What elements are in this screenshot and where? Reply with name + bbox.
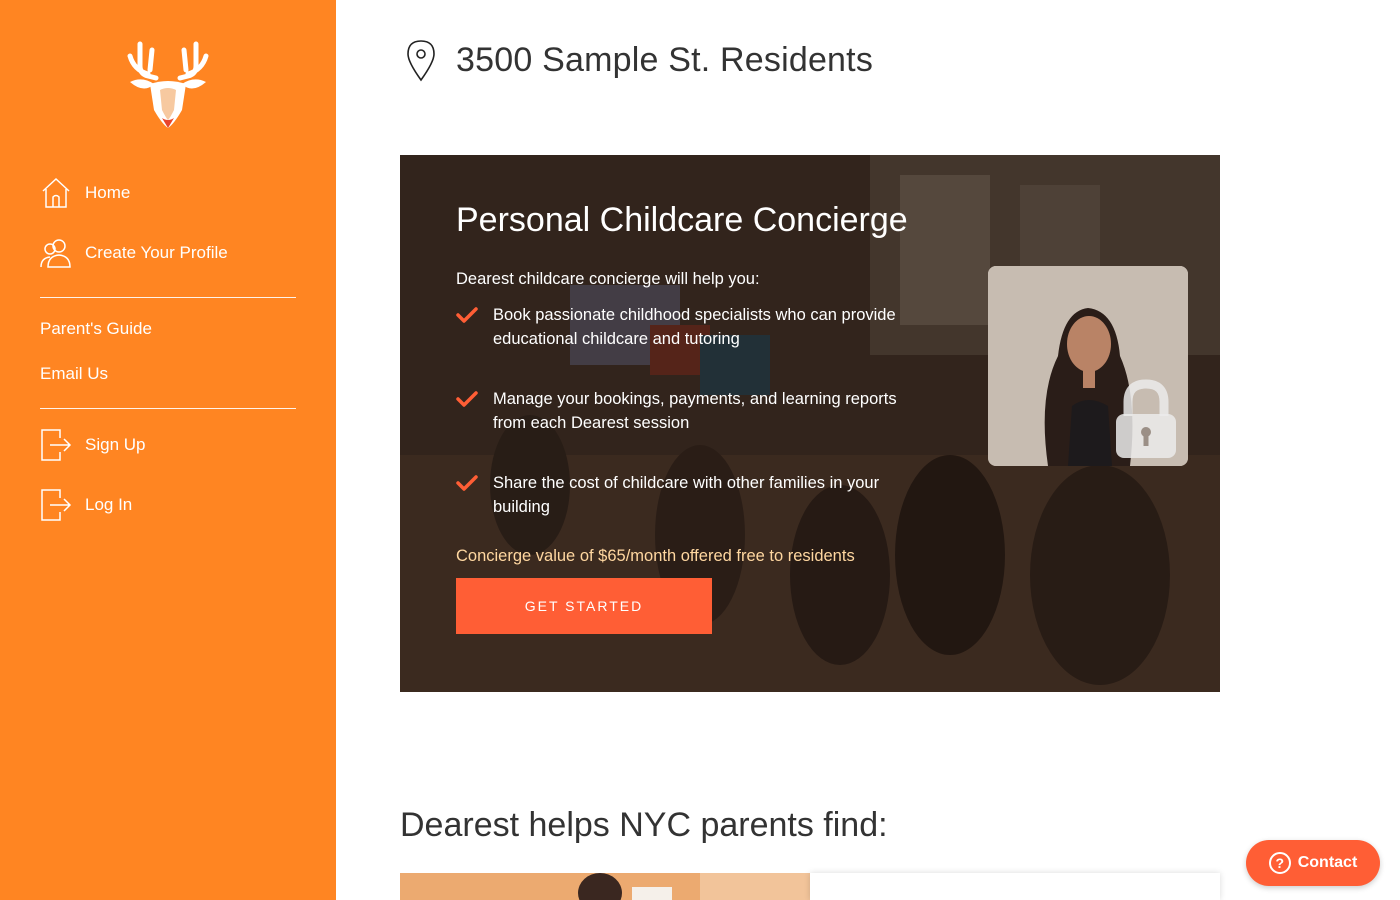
question-icon: ? [1268, 852, 1291, 874]
sidebar-item-log-in[interactable]: Log In [40, 488, 132, 522]
users-icon [40, 239, 71, 268]
hero-intro: Dearest childcare concierge will help yo… [456, 270, 760, 288]
sidebar-item-label: Home [85, 183, 131, 202]
section-title: Dearest helps NYC parents find: [400, 806, 888, 844]
hero-title: Personal Childcare Concierge [456, 201, 908, 239]
check-icon [456, 307, 478, 323]
feature-card-photo [400, 873, 810, 900]
sidebar-link-email-us[interactable]: Email Us [40, 364, 108, 384]
page-header: 3500 Sample St. Residents [404, 38, 873, 82]
sign-in-icon [41, 429, 72, 461]
page-title: 3500 Sample St. Residents [456, 40, 874, 79]
feature-card-image [400, 873, 810, 900]
list-item: Book passionate childhood specialists wh… [456, 303, 936, 351]
sidebar-link-parents-guide[interactable]: Parent's Guide [40, 319, 152, 339]
hero-content: Personal Childcare Concierge Dearest chi… [456, 201, 936, 634]
check-icon [456, 475, 478, 491]
deer-logo-icon[interactable] [126, 40, 210, 132]
sidebar-item-home[interactable]: Home [40, 176, 130, 210]
contact-button[interactable]: ? Contact [1246, 840, 1380, 886]
concierge-photo [988, 266, 1188, 466]
list-item: Manage your bookings, payments, and lear… [456, 387, 936, 435]
sidebar-divider [40, 408, 296, 409]
check-icon [456, 391, 478, 407]
sidebar-item-label: Create Your Profile [85, 243, 228, 262]
concierge-hero: Personal Childcare Concierge Dearest chi… [400, 155, 1220, 692]
sidebar: Home Create Your Profile Parent's Guide … [0, 0, 336, 900]
lock-icon [1116, 379, 1176, 458]
sidebar-item-label: Sign Up [85, 435, 146, 454]
map-pin-icon [407, 40, 435, 82]
sidebar-divider [40, 297, 296, 298]
list-item: Share the cost of childcare with other f… [456, 471, 936, 519]
sidebar-item-sign-up[interactable]: Sign Up [40, 428, 145, 462]
feature-card [810, 873, 1220, 900]
get-started-button[interactable]: GET STARTED [456, 578, 712, 634]
sign-in-icon [41, 489, 72, 521]
home-icon [42, 177, 70, 208]
contact-label: Contact [1297, 854, 1358, 871]
bullet-text: Share the cost of childcare with other f… [493, 474, 880, 516]
sidebar-item-create-profile[interactable]: Create Your Profile [40, 236, 228, 270]
bullet-text: Book passionate childhood specialists wh… [493, 306, 896, 348]
bullet-text: Manage your bookings, payments, and lear… [493, 390, 897, 432]
offer-text: Concierge value of $65/month offered fre… [456, 547, 855, 565]
sidebar-item-label: Log In [85, 495, 133, 514]
